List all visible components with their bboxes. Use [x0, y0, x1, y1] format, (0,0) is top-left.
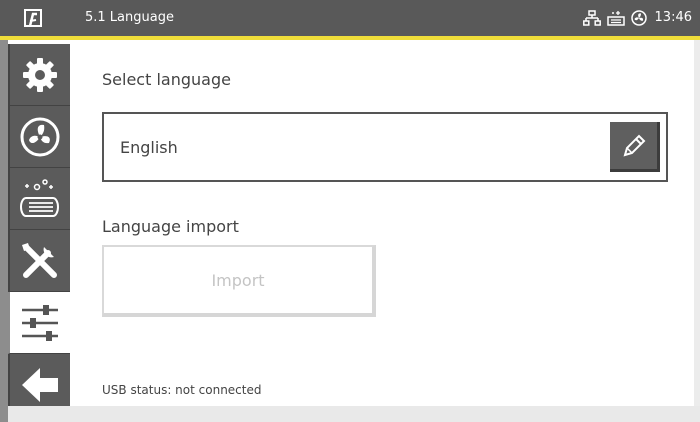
fan-icon: [20, 117, 60, 156]
sidebar-item-service[interactable]: [8, 230, 70, 292]
brand-logo-icon: [24, 9, 42, 27]
usb-status-text: USB status: not connected: [102, 383, 262, 397]
sidebar: [0, 40, 78, 422]
network-icon: [582, 10, 601, 26]
gear-icon: [23, 57, 57, 92]
usb-device-icon: [606, 11, 625, 26]
sidebar-item-fan[interactable]: [8, 106, 70, 168]
status-area: 13:46: [582, 9, 692, 27]
language-import-label: Language import: [102, 217, 239, 236]
sidebar-item-adjustments[interactable]: [8, 292, 70, 354]
pencil-icon: [623, 134, 645, 156]
clock: 13:46: [654, 10, 692, 25]
sidebar-item-settings[interactable]: [8, 44, 70, 106]
sliders-icon: [22, 304, 58, 341]
tools-icon: [22, 242, 57, 278]
sidebar-item-filter[interactable]: [8, 168, 70, 230]
import-button[interactable]: Import: [102, 245, 376, 317]
fan-status-icon: [630, 10, 647, 26]
back-arrow-icon: [22, 367, 58, 402]
filter-icon: [20, 178, 59, 217]
language-value: English: [120, 138, 178, 157]
language-select[interactable]: English: [102, 112, 668, 182]
accent-bar: [0, 36, 700, 40]
top-bar: 5.1 Language 13:46: [0, 0, 700, 36]
page-title: 5.1 Language: [85, 10, 174, 25]
select-language-label: Select language: [102, 70, 231, 89]
edit-language-button[interactable]: [610, 122, 660, 172]
